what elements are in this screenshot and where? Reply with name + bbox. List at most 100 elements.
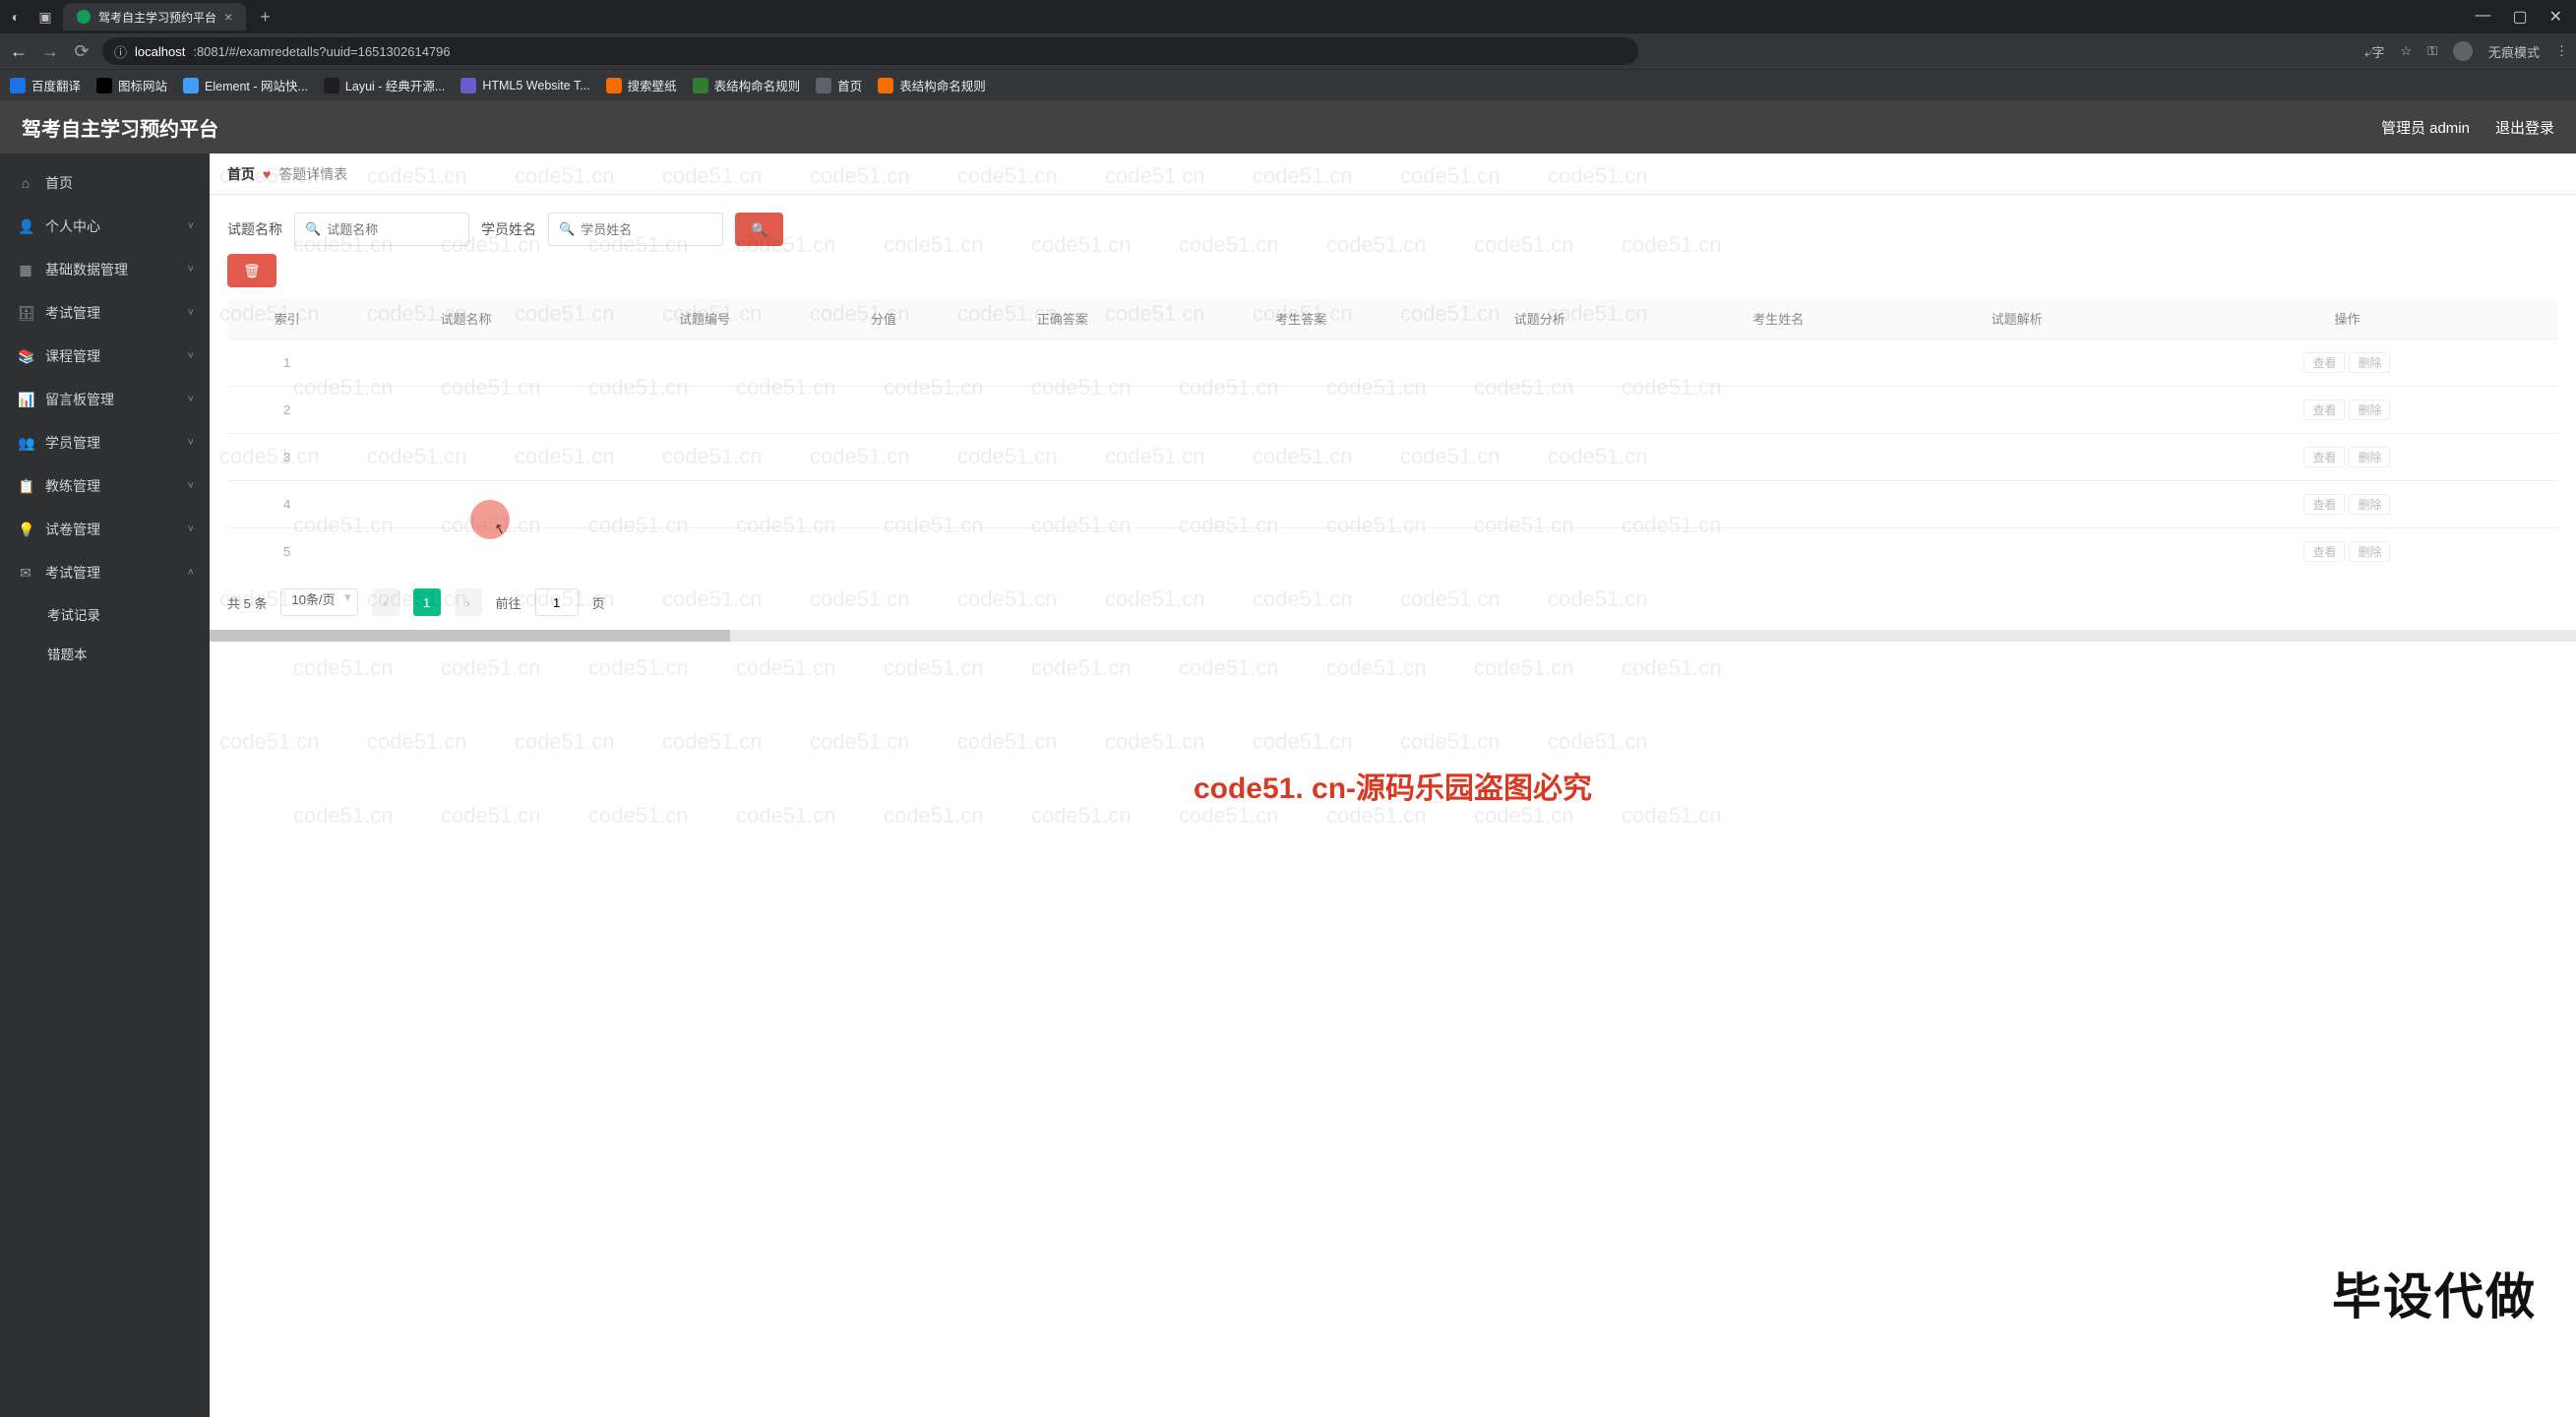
- bookmark-item[interactable]: HTML5 Website T...: [460, 78, 589, 93]
- scrollbar-thumb[interactable]: [210, 630, 730, 642]
- row-action-link[interactable]: 查看: [2303, 494, 2345, 515]
- sidebar-item[interactable]: ▦基础数据管理˅: [0, 248, 210, 291]
- filter-bar: 试题名称 🔍 学员姓名 🔍 🔍: [210, 195, 2576, 254]
- bookmark-label: 表结构命名规则: [714, 76, 801, 94]
- minimize-icon[interactable]: —: [2475, 7, 2490, 27]
- search-button[interactable]: 🔍: [735, 213, 783, 246]
- sidebar-item-label: 教练管理: [45, 476, 100, 496]
- more-icon[interactable]: ⋮: [2555, 43, 2568, 59]
- new-tab-button[interactable]: +: [252, 7, 278, 28]
- logout-link[interactable]: 退出登录: [2495, 117, 2554, 138]
- table-cell: 1: [227, 339, 346, 386]
- sidebar-item[interactable]: 👥学员管理˅: [0, 421, 210, 464]
- sidebar-item[interactable]: ✉考试管理˄: [0, 551, 210, 594]
- bookmark-item[interactable]: 首页: [816, 76, 862, 94]
- pager-jump-input[interactable]: [535, 588, 579, 616]
- sidebar-item[interactable]: ⌂首页: [0, 161, 210, 205]
- bookmark-item[interactable]: Element - 网站快...: [183, 76, 308, 94]
- delete-button[interactable]: 🗑: [227, 254, 276, 287]
- url-host: localhost: [135, 44, 185, 59]
- pager-page-1[interactable]: 1: [413, 588, 441, 616]
- menu-icon: 📊: [18, 392, 33, 408]
- browser-tab[interactable]: 驾考自主学习预约平台 ×: [63, 3, 246, 31]
- table-cell: [1897, 527, 2135, 575]
- bookmark-star-icon[interactable]: ☆: [2400, 43, 2412, 59]
- row-action-link[interactable]: 查看: [2303, 541, 2345, 562]
- sidebar-item[interactable]: 📊留言板管理˅: [0, 378, 210, 421]
- watermark-text: code51.cn: [884, 803, 984, 829]
- site-info-icon[interactable]: ⓘ: [114, 42, 127, 61]
- translate-icon[interactable]: ⤶字: [2364, 42, 2384, 61]
- sidebar-item[interactable]: 📋教练管理˅: [0, 464, 210, 508]
- watermark-text: code51.cn: [1622, 655, 1722, 681]
- incognito-avatar-icon[interactable]: [2453, 41, 2473, 61]
- sidebar-item-label: 首页: [45, 173, 73, 193]
- row-action-link[interactable]: 删除: [2349, 494, 2390, 515]
- row-action-link[interactable]: 删除: [2349, 541, 2390, 562]
- row-action-link[interactable]: 删除: [2349, 400, 2390, 420]
- current-user-label[interactable]: 管理员 admin: [2381, 117, 2470, 138]
- sidebar-item[interactable]: 👤个人中心˅: [0, 205, 210, 248]
- url-bar[interactable]: ⓘ localhost :8081/#/examredetalls?uuid=1…: [102, 37, 1638, 65]
- back-icon[interactable]: ←: [8, 41, 30, 62]
- row-action-link[interactable]: 删除: [2349, 352, 2390, 373]
- sidebar-item-label: 考试管理: [45, 563, 100, 583]
- table-cell: 3: [227, 433, 346, 480]
- table-cell: [1420, 433, 1658, 480]
- bookmarks-bar: 百度翻译图标网站 Element - 网站快... Layui - 经典开源... H…: [0, 69, 2576, 100]
- table-cell: [1659, 339, 1897, 386]
- table-header-cell: 考生姓名: [1659, 299, 1897, 339]
- sidebar-subitem[interactable]: 考试记录: [0, 594, 210, 634]
- pager-size-select[interactable]: 10条/页: [280, 588, 357, 616]
- bookmark-item[interactable]: 表结构命名规则: [693, 76, 801, 94]
- sidebar-item[interactable]: 🗄考试管理˅: [0, 291, 210, 335]
- tab-overview-icon[interactable]: ▣: [33, 5, 57, 29]
- sidebar-item[interactable]: 💡试卷管理˅: [0, 508, 210, 551]
- row-action-link[interactable]: 查看: [2303, 400, 2345, 420]
- breadcrumb-home[interactable]: 首页: [227, 164, 255, 184]
- tab-title: 驾考自主学习预约平台: [98, 9, 216, 26]
- table-cell: [346, 339, 584, 386]
- chevron-down-icon: ˅: [188, 480, 194, 492]
- table-cell: [1420, 480, 1658, 527]
- results-table: 索引试题名称试题编号分值正确答案考生答案试题分析考生姓名试题解析操作 1查看删除…: [227, 299, 2558, 575]
- bookmark-item[interactable]: 百度翻译: [10, 76, 81, 94]
- bookmark-favicon-icon: [460, 78, 476, 93]
- table-header-row: 索引试题名称试题编号分值正确答案考生答案试题分析考生姓名试题解析操作: [227, 299, 2558, 339]
- close-window-icon[interactable]: ✕: [2549, 7, 2562, 27]
- table-cell: 5: [227, 527, 346, 575]
- watermark-text: code51.cn: [736, 803, 836, 829]
- bookmark-item[interactable]: Layui - 经典开源...: [324, 76, 445, 94]
- bookmark-item[interactable]: 表结构命名规则: [878, 76, 986, 94]
- bookmark-label: 首页: [837, 76, 862, 94]
- browser-chrome: ◐ ▣ 驾考自主学习预约平台 × + — ▢ ✕ ← → ⟳ ⓘ localho…: [0, 0, 2576, 100]
- horizontal-scrollbar[interactable]: [210, 630, 2576, 642]
- close-icon[interactable]: ×: [224, 9, 232, 25]
- table-cell: [1420, 386, 1658, 433]
- breadcrumb-current: 答题详情表: [278, 164, 347, 184]
- watermark-text: code51.cn: [588, 803, 689, 829]
- row-action-link[interactable]: 查看: [2303, 447, 2345, 467]
- bookmark-item[interactable]: 搜索壁纸: [606, 76, 677, 94]
- filter-student-label: 学员姓名: [481, 219, 536, 239]
- pager-prev-button[interactable]: ‹: [372, 588, 399, 616]
- menu-icon: 👤: [18, 218, 33, 235]
- row-action-link[interactable]: 查看: [2303, 352, 2345, 373]
- menu-icon: 📚: [18, 348, 33, 365]
- app-menu-icon[interactable]: ◐: [4, 5, 28, 29]
- watermark-text: code51.cn: [515, 729, 615, 755]
- click-highlight-icon: [470, 500, 510, 539]
- bookmark-item[interactable]: 图标网站: [96, 76, 167, 94]
- reload-icon[interactable]: ⟳: [71, 41, 92, 62]
- row-action-link[interactable]: 删除: [2349, 447, 2390, 467]
- filter-student-input[interactable]: [581, 222, 712, 237]
- maximize-icon[interactable]: ▢: [2512, 7, 2527, 27]
- sidebar-item[interactable]: 📚课程管理˅: [0, 335, 210, 378]
- watermark-text: code51.cn: [1105, 729, 1205, 755]
- sidebar-subitem[interactable]: 错题本: [0, 634, 210, 673]
- key-icon[interactable]: ⚿: [2427, 43, 2437, 59]
- window-controls: — ▢ ✕: [2475, 7, 2572, 27]
- filter-question-input[interactable]: [327, 222, 459, 237]
- pager-next-button[interactable]: ›: [455, 588, 482, 616]
- address-bar-row: ← → ⟳ ⓘ localhost :8081/#/examredetalls?…: [0, 33, 2576, 69]
